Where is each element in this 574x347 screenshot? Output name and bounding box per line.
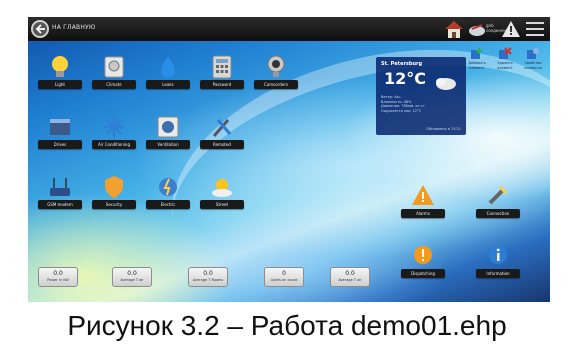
home-link[interactable]: НА ГЛАВНУЮ bbox=[52, 24, 96, 31]
tile-ventilation[interactable]: Ventilation bbox=[143, 114, 193, 154]
warning-icon bbox=[412, 185, 434, 205]
sensor-value: 0.0 bbox=[53, 270, 63, 277]
weather-widget[interactable]: St. Petersburg 12°C Ветер: Asc. Влажност… bbox=[376, 57, 466, 135]
add-element-icon bbox=[471, 48, 482, 59]
tile-label: Air Conditioning bbox=[92, 140, 136, 149]
sensor-power[interactable]: 0.0 Power in kW bbox=[38, 267, 78, 287]
sensor-caption: Lights on count bbox=[270, 278, 298, 282]
info-icon bbox=[489, 246, 507, 264]
tile-label: Leaks bbox=[146, 80, 190, 89]
tile-light[interactable]: Light bbox=[35, 54, 85, 94]
tile-label: Information bbox=[476, 269, 520, 278]
tile-security[interactable]: Security bbox=[89, 174, 139, 214]
weather-updated: Обновлено в 13:21 bbox=[426, 127, 461, 131]
top-bar: НА ГЛАВНУЮ gnb соединения bbox=[28, 17, 550, 41]
bell-alert-icon bbox=[414, 246, 432, 264]
tile-electric[interactable]: Electric bbox=[143, 174, 193, 214]
sensor-caption: Average T air bbox=[120, 278, 144, 282]
water-drop-icon bbox=[161, 56, 175, 78]
plug-icon bbox=[488, 185, 508, 205]
webcam-icon bbox=[267, 55, 285, 77]
sensor-value: 0 bbox=[282, 270, 286, 277]
back-button[interactable] bbox=[31, 20, 49, 38]
tile-password[interactable]: Password bbox=[197, 54, 247, 94]
menu-icon[interactable] bbox=[526, 22, 544, 36]
app-screen: НА ГЛАВНУЮ gnb соединения Light Climate … bbox=[28, 17, 550, 302]
figure-frame: НА ГЛАВНУЮ gnb соединения Light Climate … bbox=[0, 0, 574, 347]
tile-camcorders[interactable]: Camcorders bbox=[251, 54, 301, 94]
tile-connection[interactable]: Connection bbox=[473, 183, 523, 223]
tile-label: Camcorders bbox=[254, 80, 298, 89]
warning-icon[interactable] bbox=[501, 20, 521, 38]
cloud-icon bbox=[436, 78, 456, 90]
sensor-caption: Power in kW bbox=[47, 278, 69, 282]
sensor-lights-on-count[interactable]: 0 Lights on count bbox=[264, 267, 304, 287]
tile-label: Security bbox=[92, 200, 136, 209]
shield-icon bbox=[105, 176, 123, 198]
tile-label: Street bbox=[200, 200, 244, 209]
sensor-average-t-air[interactable]: 0.0 Average T air bbox=[112, 267, 152, 287]
fan-icon bbox=[157, 116, 179, 138]
tile-gsm-modem[interactable]: GSM modem bbox=[35, 174, 85, 214]
tile-drives[interactable]: Drives bbox=[35, 114, 85, 154]
tile-label: Alarms bbox=[401, 209, 445, 218]
tile-label: Password bbox=[200, 80, 244, 89]
tile-remoted[interactable]: Remoted bbox=[197, 114, 247, 154]
sensor-average-t-rooms[interactable]: 0.0 Average T Rooms bbox=[188, 267, 228, 287]
tile-air-conditioning[interactable]: Air Conditioning bbox=[89, 114, 139, 154]
tile-street[interactable]: Street bbox=[197, 174, 247, 214]
tile-dispatching[interactable]: Dispatching bbox=[398, 243, 448, 283]
tile-label: Light bbox=[38, 80, 82, 89]
tile-leaks[interactable]: Leaks bbox=[143, 54, 193, 94]
connection-status-icon[interactable] bbox=[468, 20, 486, 38]
drive-icon bbox=[50, 119, 70, 135]
remote-tools-icon bbox=[212, 119, 232, 137]
tile-label: Ventilation bbox=[146, 140, 190, 149]
tile-label: Remoted bbox=[200, 140, 244, 149]
tile-information[interactable]: Information bbox=[473, 243, 523, 283]
thermostat-icon bbox=[104, 56, 124, 78]
sensor-caption: Average T Rooms bbox=[192, 278, 224, 282]
weather-temperature: 12°C bbox=[384, 69, 427, 88]
weather-city: St. Petersburg bbox=[381, 61, 423, 67]
sensor-caption: Average T air bbox=[338, 278, 362, 282]
properties-label-2: элемента bbox=[524, 65, 542, 70]
sensor-average-t-air-2[interactable]: 0.0 Average T air bbox=[330, 267, 370, 287]
weather-pressure: Давление: 760мм. рт.ст bbox=[381, 104, 425, 108]
tile-label: Climate bbox=[92, 80, 136, 89]
properties-button[interactable]: Свойства элемента bbox=[517, 47, 549, 79]
tile-label: Electric bbox=[146, 200, 190, 209]
figure-caption: Рисунок 3.2 – Работа demo01.ehp bbox=[67, 310, 507, 341]
tile-climate[interactable]: Climate bbox=[89, 54, 139, 94]
router-icon bbox=[50, 178, 70, 196]
sun-cloud-icon bbox=[212, 179, 232, 197]
tile-label: GSM modem bbox=[38, 200, 82, 209]
weather-feels-like: Ощущается как: 12°С bbox=[381, 108, 422, 113]
tile-label: Drives bbox=[38, 140, 82, 149]
tile-alarms[interactable]: Alarms bbox=[398, 183, 448, 223]
properties-icon bbox=[527, 48, 539, 59]
keypad-icon bbox=[212, 55, 232, 79]
sensor-value: 0.0 bbox=[345, 270, 355, 277]
lightbulb-icon bbox=[52, 56, 68, 77]
arrow-left-icon bbox=[35, 24, 45, 34]
sensor-value: 0.0 bbox=[203, 270, 213, 277]
tile-label: Connection bbox=[476, 209, 520, 218]
snowflake-icon bbox=[104, 116, 124, 138]
house-icon[interactable] bbox=[443, 19, 465, 39]
delete-element-icon bbox=[499, 47, 512, 59]
sensor-value: 0.0 bbox=[127, 270, 137, 277]
weather-details: Ветер: Asc. Влажность: 48% Давление: 760… bbox=[381, 95, 425, 113]
electric-globe-icon bbox=[159, 178, 177, 196]
tile-label: Dispatching bbox=[401, 269, 445, 278]
